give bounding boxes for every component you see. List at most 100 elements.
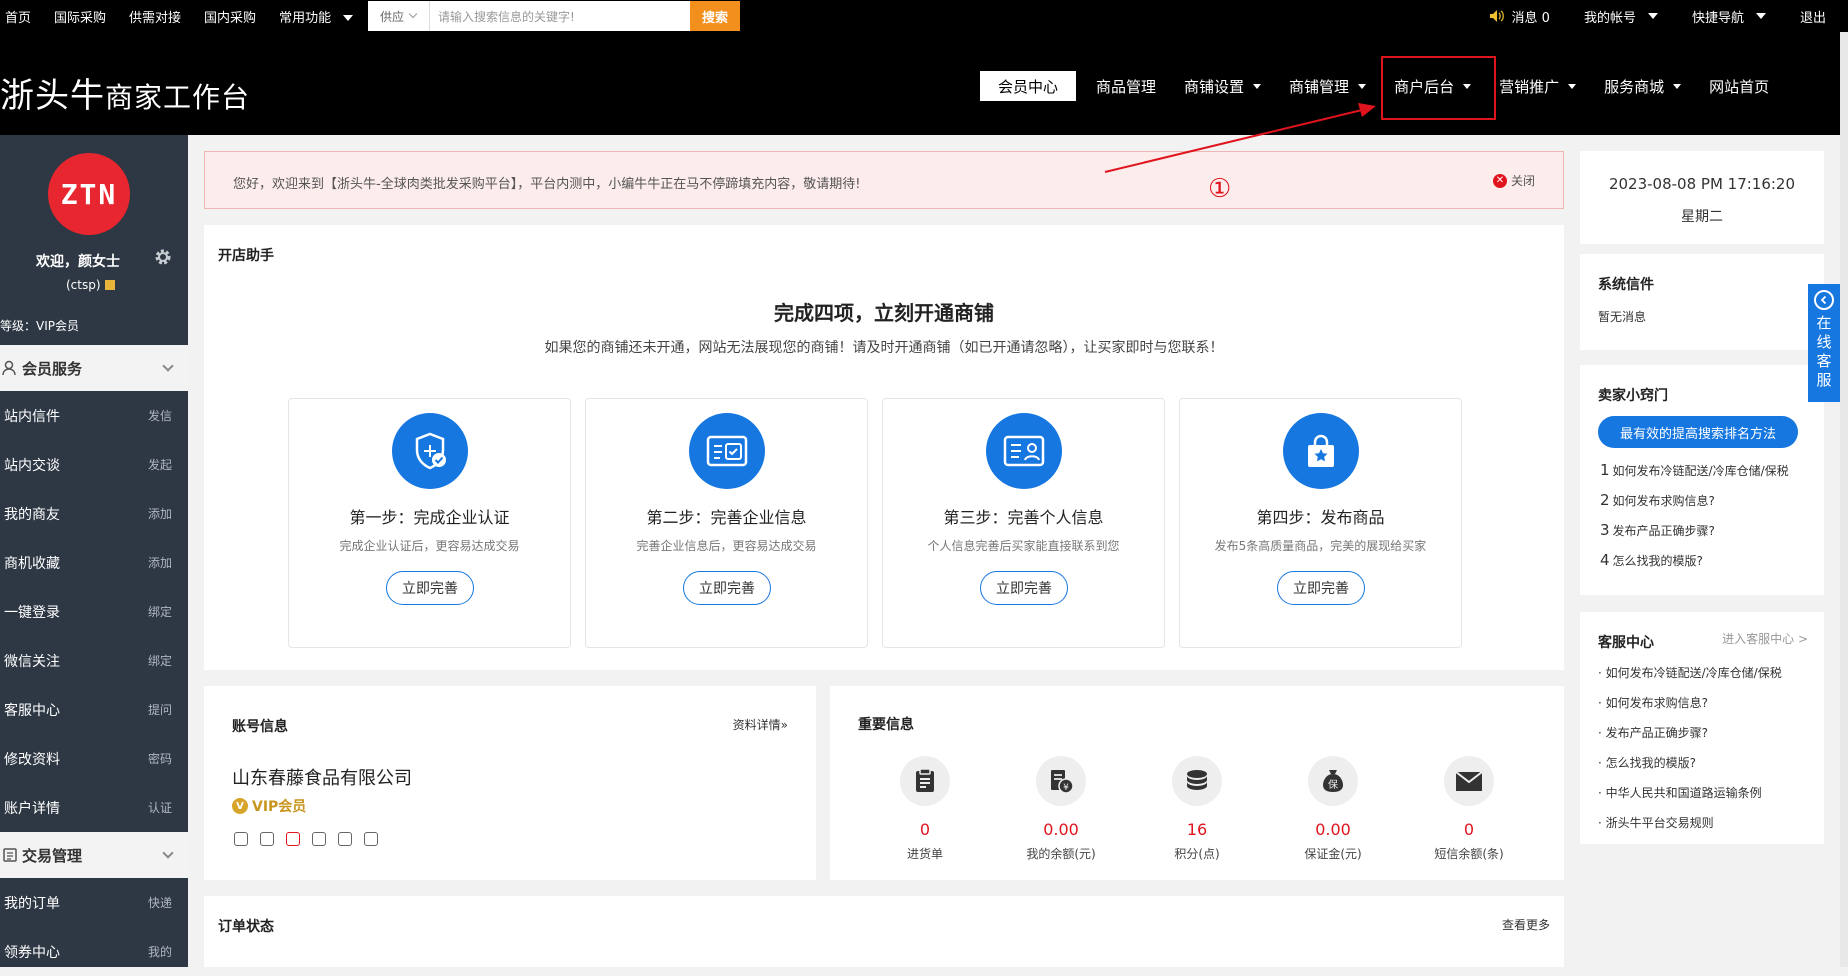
notice-close-button[interactable]: ✕ 关闭 [1492, 172, 1535, 189]
sidebar-item-action[interactable]: 绑定 [148, 652, 172, 669]
stat-points[interactable]: 16 积分(点) [1152, 756, 1242, 862]
mobile-icon[interactable] [286, 832, 300, 846]
stat-purchase-list[interactable]: 0 进货单 [880, 756, 970, 862]
logout-link[interactable]: 退出 [1800, 7, 1826, 26]
chevron-down-icon [1253, 83, 1262, 89]
service-link[interactable]: · 中华人民共和国道路运输条例 [1598, 784, 1762, 801]
sidebar-item-action[interactable]: 添加 [148, 554, 172, 571]
sidebar-section-header[interactable]: 会员服务 [0, 345, 188, 391]
sidebar-item[interactable]: 我的订单 快递 [0, 878, 188, 927]
messages-link[interactable]: 消息 0 [1489, 7, 1550, 26]
gear-icon[interactable] [153, 247, 173, 267]
common-functions-menu[interactable]: 常用功能 [279, 7, 354, 26]
account-details-link[interactable]: 资料详情» [733, 716, 788, 733]
my-account-menu[interactable]: 我的帐号 [1584, 7, 1658, 26]
annotation-highlight-box [1381, 56, 1496, 120]
sidebar-item[interactable]: 领券中心 我的 [0, 927, 188, 976]
sidebar-item[interactable]: 一键登录 绑定 [0, 587, 188, 636]
chevron-down-icon [162, 360, 174, 372]
stat-label: 短信余额(条) [1434, 847, 1504, 861]
sidebar-item-action[interactable]: 密码 [148, 750, 172, 767]
online-service-button[interactable]: 在线客服 [1808, 284, 1840, 402]
sidebar-item-action[interactable]: 我的 [148, 943, 172, 960]
sidebar-item-action[interactable]: 添加 [148, 505, 172, 522]
service-link[interactable]: · 如何发布冷链配送/冷库仓储/保税 [1598, 664, 1782, 681]
step-complete-button[interactable]: 立即完善 [980, 571, 1068, 605]
nav-item[interactable]: 商品管理 [1096, 71, 1156, 101]
enter-service-center-link[interactable]: 进入客服中心 > [1722, 630, 1808, 647]
sidebar-item-action[interactable]: 绑定 [148, 603, 172, 620]
sidebar-item[interactable]: 商机收藏 添加 [0, 538, 188, 587]
avatar[interactable]: ZTN [48, 153, 130, 235]
chevron-left-icon [1814, 290, 1834, 310]
sidebar-item-action[interactable]: 快递 [148, 894, 172, 911]
tip-link[interactable]: 4 怎么找我的模版? [1600, 551, 1703, 569]
close-label: 关闭 [1510, 174, 1535, 188]
chevron-down-icon [1647, 13, 1658, 19]
id-card-icon[interactable] [312, 832, 326, 846]
bank-card-icon[interactable] [364, 832, 378, 846]
sidebar-item[interactable]: 站内交谈 发起 [0, 440, 188, 489]
top-link-intl[interactable]: 国际采购 [54, 7, 106, 26]
sidebar-item[interactable]: 站内信件 发信 [0, 391, 188, 440]
top-link-domestic[interactable]: 国内采购 [204, 7, 256, 26]
tip-link[interactable]: 3 发布产品正确步骤? [1600, 521, 1715, 539]
certificate-icon[interactable] [234, 832, 248, 846]
document-icon[interactable] [338, 832, 352, 846]
view-more-link[interactable]: 查看更多 [1502, 916, 1550, 933]
nav-item[interactable]: 营销推广 [1499, 71, 1577, 101]
nav-item[interactable]: 服务商城 [1604, 71, 1682, 101]
step-complete-button[interactable]: 立即完善 [1277, 571, 1365, 605]
step-card-4: 第四步：发布商品 发布5条高质量商品，完美的展现给买家 立即完善 [1179, 398, 1462, 648]
sidebar-item[interactable]: 客服中心 提问 [0, 685, 188, 734]
nav-item[interactable]: 网站首页 [1709, 71, 1769, 101]
page-scrollbar[interactable] [1840, 32, 1848, 967]
search-input[interactable]: 请输入搜索信息的关键字! [430, 1, 690, 31]
step-complete-button[interactable]: 立即完善 [386, 571, 474, 605]
service-link[interactable]: · 浙头牛平台交易规则 [1598, 814, 1714, 831]
trademark-icon[interactable] [260, 832, 274, 846]
search-category-select[interactable]: 供应 [368, 1, 430, 31]
sidebar-item-action[interactable]: 提问 [148, 701, 172, 718]
section-title-wrap: 会员服务 [2, 358, 82, 379]
sidebar-item[interactable]: 账户详情 认证 [0, 783, 188, 832]
nav-item[interactable]: 商铺设置 [1184, 71, 1262, 101]
service-link[interactable]: · 怎么找我的模版? [1598, 754, 1696, 771]
top-links: 首页 国际采购 供需对接 国内采购 常用功能 [0, 0, 371, 32]
verification-badges [234, 832, 390, 846]
tip-link[interactable]: 1 如何发布冷链配送/冷库仓储/保税 [1600, 461, 1789, 479]
sidebar-item-action[interactable]: 发信 [148, 407, 172, 424]
nav-item[interactable]: 商铺管理 [1289, 71, 1367, 101]
nav-item-label: 商铺设置 [1184, 77, 1245, 96]
stat-balance[interactable]: ¥ 0.00 我的余额(元) [1016, 756, 1106, 862]
service-link[interactable]: · 发布产品正确步骤? [1598, 724, 1708, 741]
nav-item-label: 网站首页 [1709, 77, 1770, 96]
tip-link[interactable]: 2 如何发布求购信息? [1600, 491, 1715, 509]
sidebar-item[interactable]: 我的商友 添加 [0, 489, 188, 538]
search-ranking-tips-button[interactable]: 最有效的提高搜索排名方法 [1598, 416, 1798, 448]
annotation-marker: ① [1208, 174, 1232, 204]
search-button[interactable]: 搜索 [690, 1, 740, 31]
tip-text: 发布产品正确步骤? [1612, 524, 1715, 538]
nav-item[interactable]: 会员中心 [980, 71, 1077, 101]
sidebar-item[interactable]: 微信关注 绑定 [0, 636, 188, 685]
sidebar-section-header[interactable]: 交易管理 [0, 832, 188, 878]
stat-label: 我的余额(元) [1026, 847, 1096, 861]
company-name: 山东春藤食品有限公司 [232, 768, 412, 789]
sidebar-item[interactable]: 修改资料 密码 [0, 734, 188, 783]
search-category-value: 供应 [380, 9, 405, 24]
service-link[interactable]: · 如何发布求购信息? [1598, 694, 1708, 711]
seller-tips-panel: 卖家小窍门 最有效的提高搜索排名方法 1 如何发布冷链配送/冷库仓储/保税 2 如何… [1580, 365, 1824, 595]
sidebar-item-action[interactable]: 认证 [148, 799, 172, 816]
online-service-char: 在 [1816, 314, 1832, 332]
sidebar-item-action[interactable]: 发起 [148, 456, 172, 473]
top-link-supply[interactable]: 供需对接 [129, 7, 181, 26]
step-complete-button[interactable]: 立即完善 [683, 571, 771, 605]
quick-nav-menu[interactable]: 快捷导航 [1692, 7, 1766, 26]
top-link-home[interactable]: 首页 [5, 7, 31, 26]
stat-sms[interactable]: 0 短信余额(条) [1424, 756, 1514, 862]
site-logo[interactable]: 浙头牛商家工作台 [0, 68, 250, 117]
system-mail-panel: 系统信件 暂无消息 [1580, 254, 1824, 350]
top-utility-bar: 首页 国际采购 供需对接 国内采购 常用功能 供应 请输入搜索信息的关键字! 搜… [0, 0, 1848, 32]
stat-deposit[interactable]: 保 0.00 保证金(元) [1288, 756, 1378, 862]
